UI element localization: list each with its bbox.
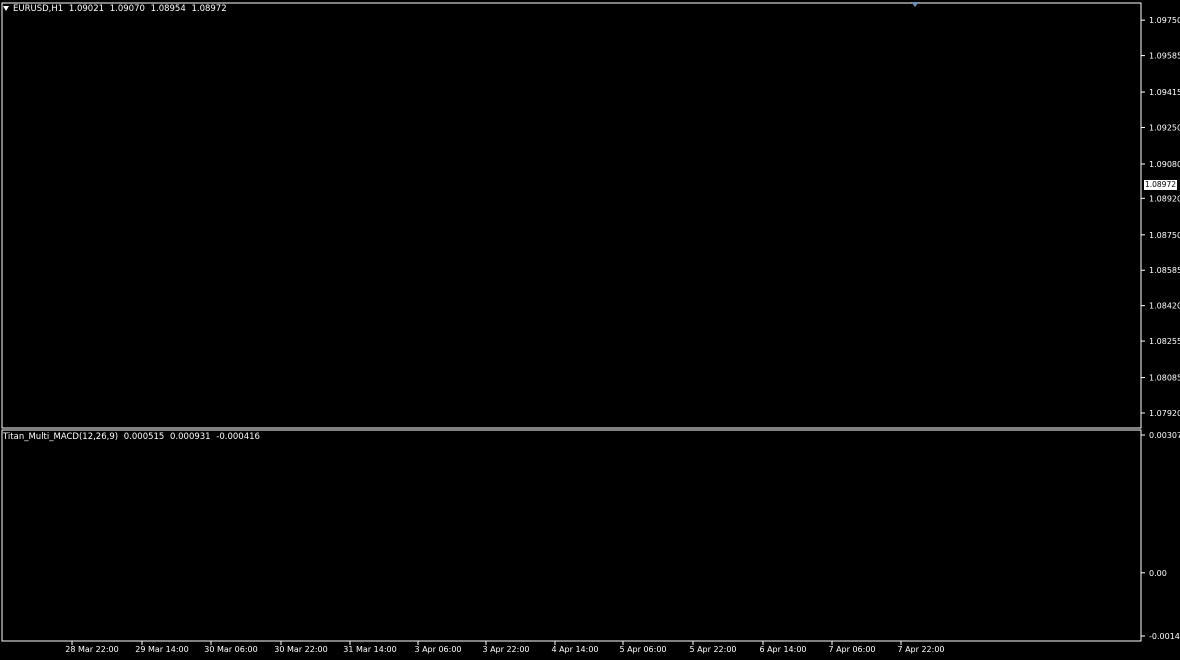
current-price-label: 1.08972 [1144, 180, 1177, 190]
macd-value-3: -0.000416 [216, 432, 260, 442]
chart-menu-arrow-icon[interactable] [3, 6, 9, 11]
price-tick-label: 1.07920 [1149, 409, 1180, 418]
time-tick-label: 30 Mar 06:00 [204, 645, 257, 654]
price-tick-label: 1.08750 [1149, 231, 1180, 240]
ohlc-open: 1.09021 [68, 4, 105, 14]
price-header: EURUSD,H1 1.09021 1.09070 1.08954 1.0897… [13, 4, 230, 14]
macd-tick-label: -0.001411 [1149, 632, 1180, 641]
price-tick-label: 1.08085 [1149, 374, 1180, 383]
price-tick-label: 1.08920 [1149, 194, 1180, 203]
symbol-timeframe: EURUSD,H1 [13, 4, 64, 14]
price-tick-label: 1.08255 [1149, 337, 1180, 346]
chart-canvas[interactable]: 1.09750 1.09585 1.09415 1.09250 1.09080 1.089… [0, 0, 1180, 660]
price-tick-label: 1.09585 [1149, 52, 1180, 61]
time-tick-label: 7 Apr 06:00 [828, 645, 875, 654]
chart-shift-marker-icon[interactable] [911, 2, 919, 7]
time-tick-label: 4 Apr 14:00 [551, 645, 598, 654]
background [0, 0, 1180, 660]
price-tick-label: 1.08420 [1149, 302, 1180, 311]
price-tick-label: 1.09750 [1149, 16, 1180, 25]
ohlc-high: 1.09070 [109, 4, 145, 14]
ohlc-low: 1.08954 [150, 4, 186, 14]
macd-tick-label: 0.00 [1149, 569, 1167, 578]
macd-title: Titan_Multi_MACD(12,26,9) [3, 432, 119, 442]
time-tick-label: 5 Apr 06:00 [619, 645, 666, 654]
price-tick-label: 1.09080 [1149, 160, 1180, 169]
macd-value-1: 0.000515 [123, 432, 165, 442]
macd-value-2: 0.000931 [170, 432, 211, 442]
time-tick-label: 3 Apr 06:00 [414, 645, 461, 654]
price-tick-label: 1.08585 [1149, 266, 1180, 275]
price-tick-label: 1.09415 [1149, 88, 1180, 97]
price-tick-label: 1.09250 [1149, 123, 1180, 132]
time-tick-label: 28 Mar 22:00 [65, 645, 118, 654]
time-tick-label: 31 Mar 14:00 [343, 645, 396, 654]
time-tick-label: 5 Apr 22:00 [689, 645, 736, 654]
time-tick-label: 29 Mar 14:00 [135, 645, 188, 654]
time-tick-label: 3 Apr 22:00 [482, 645, 529, 654]
ohlc-close: 1.08972 [191, 4, 227, 14]
macd-tick-label: 0.003075 [1149, 431, 1180, 440]
time-tick-label: 6 Apr 14:00 [759, 645, 806, 654]
time-tick-label: 7 Apr 22:00 [897, 645, 944, 654]
macd-header: Titan_Multi_MACD(12,26,9) 0.000515 0.000… [3, 432, 263, 442]
time-tick-label: 30 Mar 22:00 [274, 645, 327, 654]
axes: 1.09750 1.09585 1.09415 1.09250 1.09080 1.089… [0, 0, 1180, 660]
